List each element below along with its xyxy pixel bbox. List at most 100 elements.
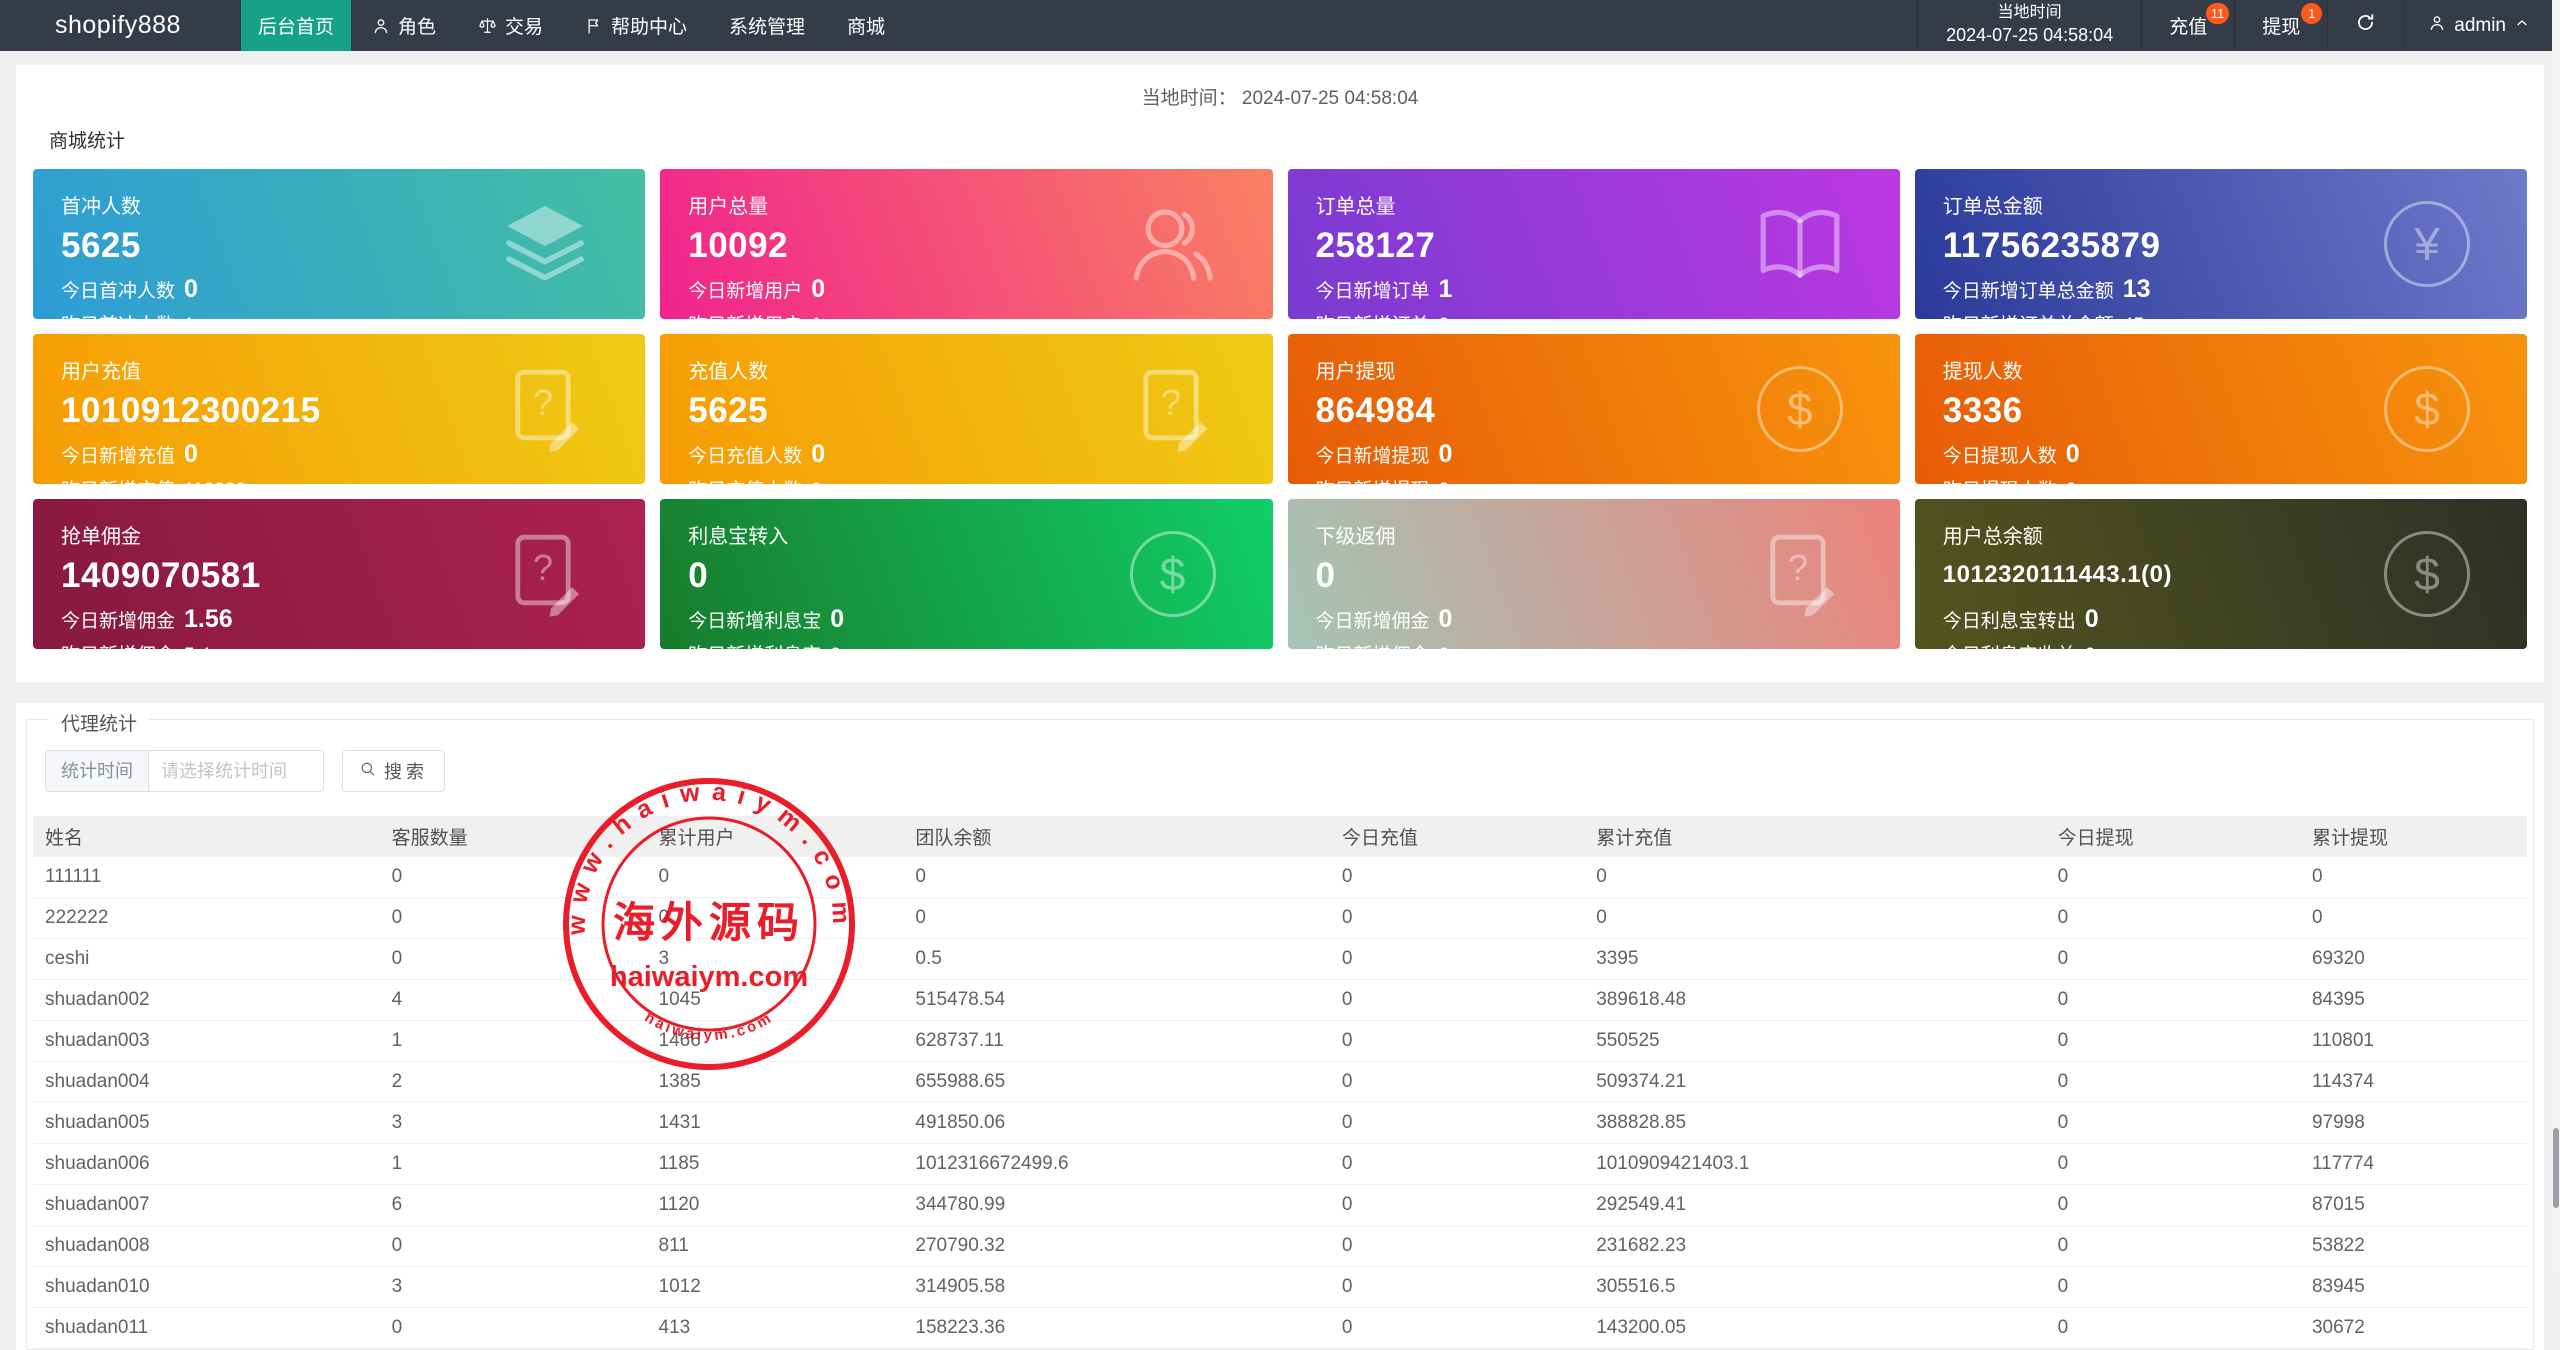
- table-cell: 0: [380, 939, 647, 980]
- table-cell: 0: [1330, 1226, 1584, 1267]
- table-cell: 84395: [2300, 980, 2527, 1021]
- table-cell: 3395: [1584, 939, 2045, 980]
- table-cell: 1: [380, 1021, 647, 1062]
- table-cell: 0: [1330, 898, 1584, 939]
- table-cell: 1012: [647, 1267, 904, 1308]
- table-cell: 1385: [647, 1062, 904, 1103]
- table-cell: 3: [380, 1103, 647, 1144]
- table-cell: 0: [1330, 1144, 1584, 1185]
- column-header: 姓名: [33, 816, 380, 857]
- stat-card-5: 用户充值1010912300215今日新增充值0昨日新增充值110000?: [33, 334, 645, 484]
- local-time-label: 当地时间: [1998, 3, 2062, 24]
- table-cell: 110801: [2300, 1021, 2527, 1062]
- table-cell: shuadan002: [33, 980, 380, 1021]
- card-today-label: 今日充值人数: [688, 444, 802, 470]
- card-today-label: 今日首冲人数: [61, 279, 175, 305]
- table-cell: 114374: [2300, 1062, 2527, 1103]
- agent-table-body: 11111100000002222220000000ceshi030.50339…: [33, 857, 2527, 1349]
- nav-item-roles[interactable]: 角色: [356, 0, 452, 51]
- card-yesterday-label: 昨日新增利息宝: [688, 643, 821, 649]
- stat-card-7: 用户提现864984今日新增提现0昨日新增提现0$: [1288, 334, 1900, 484]
- navbar-menu: 后台首页角色 交易帮助中心系统管理商城: [241, 0, 906, 51]
- dollar-icon: $: [1125, 526, 1221, 622]
- withdraw-badge: 1: [2301, 3, 2322, 24]
- table-cell: 388828.85: [1584, 1103, 2045, 1144]
- table-cell: 305516.5: [1584, 1267, 2045, 1308]
- table-cell: 0: [2046, 1103, 2300, 1144]
- nav-item-mall[interactable]: 商城: [831, 0, 901, 51]
- table-cell: 0: [2046, 1021, 2300, 1062]
- file-edit-icon: ?: [497, 526, 593, 622]
- search-button[interactable]: 搜索: [342, 750, 445, 792]
- table-cell: 0: [2046, 939, 2300, 980]
- table-cell: 69320: [2300, 939, 2527, 980]
- nav-item-trade[interactable]: 交易: [462, 0, 559, 51]
- card-yesterday-value: 45: [2123, 313, 2144, 319]
- table-cell: shuadan005: [33, 1103, 380, 1144]
- table-cell: 53822: [2300, 1226, 2527, 1267]
- nav-item-home[interactable]: 后台首页: [241, 0, 351, 51]
- card-today-value: 0: [184, 273, 198, 307]
- card-yesterday-label: 昨日新增佣金: [61, 643, 175, 649]
- stat-card-9: 抢单佣金1409070581今日新增佣金1.56昨日新增佣金5.4?: [33, 499, 645, 649]
- card-today-value: 13: [2123, 273, 2151, 307]
- table-cell: 6: [380, 1185, 647, 1226]
- card-today-label: 今日新增订单总金额: [1943, 279, 2114, 305]
- user-menu[interactable]: admin: [2404, 0, 2560, 51]
- agent-stats-legend: 代理统计: [49, 709, 149, 736]
- recharge-button[interactable]: 充值 11: [2142, 0, 2235, 51]
- card-yesterday-label: 昨日首冲人数: [61, 313, 175, 319]
- table-cell: 389618.48: [1584, 980, 2045, 1021]
- scrollbar-thumb[interactable]: [2553, 1128, 2559, 1208]
- table-cell: 0: [1330, 1103, 1584, 1144]
- agent-table: 姓名客服数量累计用户团队余额今日充值累计充值今日提现累计提现 111111000…: [33, 816, 2527, 1349]
- file-edit-icon: ?: [497, 361, 593, 457]
- stat-time-input[interactable]: [148, 750, 324, 792]
- table-cell: 1012316672499.6: [903, 1144, 1329, 1185]
- table-row: shuadan00241045515478.540389618.48084395: [33, 980, 2527, 1021]
- nav-item-label: 交易: [505, 12, 543, 39]
- card-yesterday-label: 昨日提现人数: [1943, 478, 2057, 484]
- flag-icon: [585, 17, 603, 35]
- table-cell: 344780.99: [903, 1185, 1329, 1226]
- table-cell: 0: [380, 898, 647, 939]
- stat-card-11: 下级返佣0今日新增佣金0昨日新增佣金0?: [1288, 499, 1900, 649]
- card-today-value: 0: [2085, 603, 2099, 637]
- card-yesterday-label: 昨日新增用户: [688, 313, 802, 319]
- card-yesterday-value: 2: [811, 478, 822, 484]
- scrollbar-track[interactable]: [2552, 0, 2560, 1271]
- yen-icon: ¥: [2379, 196, 2475, 292]
- table-cell: 0: [2300, 898, 2527, 939]
- table-cell: 0: [2046, 1062, 2300, 1103]
- card-today-label: 今日新增提现: [1316, 444, 1430, 470]
- table-cell: 0: [1330, 1308, 1584, 1349]
- card-today-value: 1: [1439, 273, 1453, 307]
- search-label: 统计时间: [45, 750, 148, 792]
- content-time-label: 当地时间：: [1142, 88, 1237, 109]
- table-cell: 0: [2046, 1267, 2300, 1308]
- refresh-button[interactable]: [2328, 0, 2404, 51]
- username: admin: [2454, 15, 2506, 37]
- table-cell: 87015: [2300, 1185, 2527, 1226]
- stat-card-4: 订单总金额11756235879今日新增订单总金额13昨日新增订单总金额45¥: [1915, 169, 2527, 319]
- column-header: 累计提现: [2300, 816, 2527, 857]
- table-cell: 0: [1330, 1021, 1584, 1062]
- card-yesterday-label: 昨日充值人数: [688, 478, 802, 484]
- table-cell: 0: [2046, 980, 2300, 1021]
- nav-item-help[interactable]: 帮助中心: [569, 0, 703, 51]
- table-cell: 270790.32: [903, 1226, 1329, 1267]
- agent-table-head: 姓名客服数量累计用户团队余额今日充值累计充值今日提现累计提现: [33, 816, 2527, 857]
- table-row: shuadan0080811270790.320231682.23053822: [33, 1226, 2527, 1267]
- withdraw-button[interactable]: 提现 1: [2235, 0, 2328, 51]
- card-today-value: 0: [830, 603, 844, 637]
- table-cell: 83945: [2300, 1267, 2527, 1308]
- brand-logo[interactable]: shopify888: [0, 0, 241, 51]
- card-yesterday-value: 1: [184, 313, 195, 319]
- dollar-icon: $: [1752, 361, 1848, 457]
- table-cell: shuadan011: [33, 1308, 380, 1349]
- chevron-up-icon: [2514, 15, 2530, 37]
- card-yesterday-line: 昨日提现人数0: [1943, 478, 2527, 484]
- card-yesterday-value: 0: [1439, 643, 1450, 649]
- nav-item-system[interactable]: 系统管理: [713, 0, 821, 51]
- content-time: 当地时间： 2024-07-25 04:58:04: [33, 75, 2527, 120]
